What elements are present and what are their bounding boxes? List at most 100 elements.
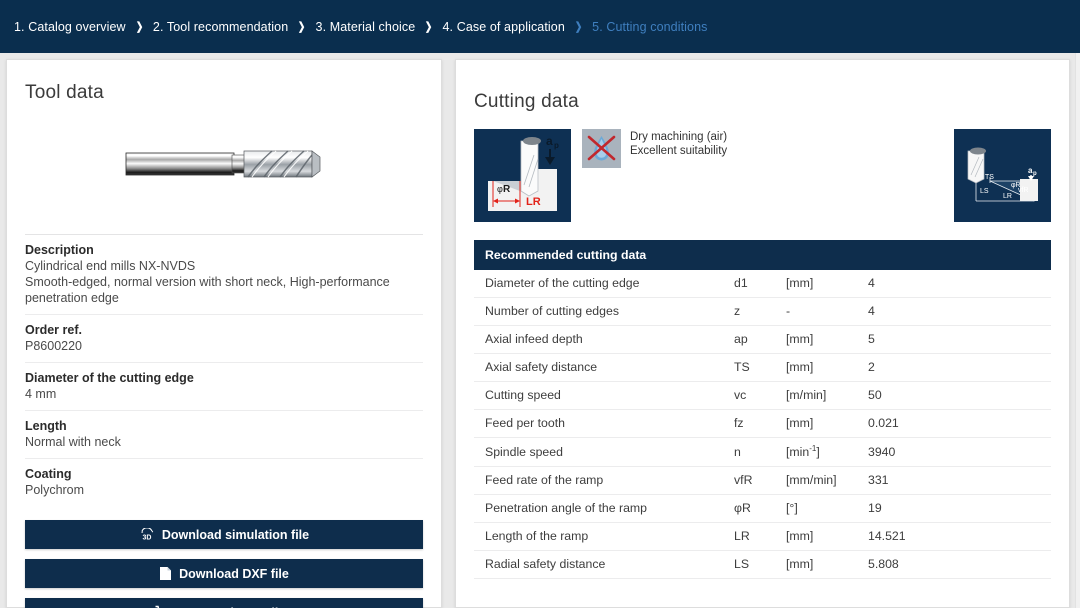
chevron-right-icon: ❯	[135, 21, 143, 33]
cutting-data-table-wrap: Recommended cutting data Diameter of the…	[456, 222, 1069, 580]
cell-unit: [mm]	[786, 325, 868, 354]
cell-symbol: LS	[734, 550, 786, 580]
cell-value: 5.808	[868, 550, 1051, 580]
breadcrumb-item-3[interactable]: 3. Material choice	[316, 20, 416, 34]
table-row: Radial safety distance LS [mm] 5.808	[474, 550, 1051, 580]
cell-value: 0.021	[868, 409, 1051, 438]
svg-text:LR: LR	[1003, 193, 1012, 200]
spec-value: 4 mm	[25, 387, 57, 401]
recommended-cutting-data-table: Recommended cutting data Diameter of the…	[474, 240, 1051, 580]
ramp-length-diagram-icon: TS LS LR φR vfR a p	[954, 129, 1051, 222]
cell-value: 19	[868, 494, 1051, 524]
svg-text:p: p	[554, 141, 559, 150]
buy-product-online-button[interactable]: Buy product online	[25, 598, 423, 608]
tool-spec-list: Description Cylindrical end mills NX-NVD…	[7, 234, 441, 506]
table-row: Cutting speed vc [m/min] 50	[474, 381, 1051, 410]
table-row: Number of cutting edges z - 4	[474, 297, 1051, 326]
cell-value: 50	[868, 381, 1051, 410]
cell-unit: -	[786, 297, 868, 326]
breadcrumb-item-2[interactable]: 2. Tool recommendation	[153, 20, 288, 34]
table-row: Feed rate of the ramp vfR [mm/min] 331	[474, 466, 1051, 496]
cell-name: Feed rate of the ramp	[474, 466, 734, 496]
cell-symbol: n	[734, 437, 786, 468]
cell-unit: [°]	[786, 494, 868, 524]
spec-value: P8600220	[25, 339, 83, 353]
chevron-right-icon: ❯	[425, 21, 433, 33]
breadcrumb: 1. Catalog overview ❯ 2. Tool recommenda…	[0, 0, 1080, 53]
cell-name: Spindle speed	[474, 437, 734, 468]
cutting-icons-row: φ R LR a p Dry machining (air) Excellent…	[456, 113, 1069, 222]
download-dxf-file-button[interactable]: Download DXF file	[25, 559, 423, 588]
cell-unit: [mm]	[786, 409, 868, 438]
cell-symbol: z	[734, 297, 786, 326]
table-row: Axial safety distance TS [mm] 2	[474, 353, 1051, 382]
cell-name: Axial safety distance	[474, 353, 734, 382]
cell-unit: [mm]	[786, 522, 868, 552]
cell-name: Axial infeed depth	[474, 325, 734, 354]
chevron-right-icon: ❯	[298, 21, 306, 33]
table-header-row: Recommended cutting data	[474, 240, 1051, 270]
chevron-right-icon: ❯	[574, 21, 583, 33]
breadcrumb-item-5[interactable]: 5. Cutting conditions	[592, 20, 707, 34]
download-simulation-file-button[interactable]: 3D Download simulation file	[25, 520, 423, 549]
svg-text:R: R	[503, 184, 511, 195]
cell-symbol: φR	[734, 494, 786, 524]
spec-row-diameter: Diameter of the cutting edge 4 mm	[25, 362, 423, 410]
page-body: Tool data Description Cylindrical end mi…	[0, 53, 1080, 608]
svg-text:3D: 3D	[142, 534, 151, 541]
cell-symbol: vc	[734, 381, 786, 410]
svg-text:LR: LR	[526, 196, 541, 208]
spec-row-description: Description Cylindrical end mills NX-NVD…	[25, 234, 423, 314]
table-row: Length of the ramp LR [mm] 14.521	[474, 522, 1051, 552]
table-row: Diameter of the cutting edge d1 [mm] 4	[474, 270, 1051, 298]
spec-label: Coating	[25, 467, 72, 481]
dry-machining-line1: Dry machining (air)	[630, 131, 728, 143]
table-row: Spindle speed n [min-1] 3940	[474, 437, 1051, 468]
svg-text:vfR: vfR	[1018, 187, 1029, 194]
spec-label: Length	[25, 419, 67, 433]
button-label: Download DXF file	[179, 566, 289, 581]
cell-name: Number of cutting edges	[474, 297, 734, 326]
tool-image	[7, 104, 441, 234]
cell-unit: [m/min]	[786, 381, 868, 410]
cell-value: 14.521	[868, 522, 1051, 552]
table-header-label: Recommended cutting data	[474, 240, 1051, 270]
page-title: Tool data	[25, 82, 104, 103]
cell-unit: [mm/min]	[786, 466, 868, 496]
cell-name: Cutting speed	[474, 381, 734, 410]
cell-value: 3940	[868, 437, 1051, 468]
cell-unit: [mm]	[786, 270, 868, 298]
cell-name: Radial safety distance	[474, 550, 734, 580]
spec-row-length: Length Normal with neck	[25, 410, 423, 458]
cell-value: 331	[868, 466, 1051, 496]
cell-name: Feed per tooth	[474, 409, 734, 438]
svg-text:TS: TS	[985, 174, 994, 181]
button-label: Download simulation file	[161, 527, 310, 542]
cell-value: 4	[868, 297, 1051, 326]
cell-name: Length of the ramp	[474, 522, 734, 552]
cell-symbol: d1	[734, 270, 786, 298]
cell-symbol: TS	[734, 353, 786, 382]
cell-symbol: ap	[734, 325, 786, 354]
table-row: Axial infeed depth ap [mm] 5	[474, 325, 1051, 354]
dry-machining-label: Dry machining (air) Excellent suitabilit…	[630, 129, 727, 158]
cell-symbol: fz	[734, 409, 786, 438]
cell-unit: [mm]	[786, 550, 868, 580]
tool-data-panel: Tool data Description Cylindrical end mi…	[6, 59, 442, 608]
table-row: Feed per tooth fz [mm] 0.021	[474, 409, 1051, 438]
cell-value: 5	[868, 325, 1051, 354]
svg-text:a: a	[546, 134, 553, 148]
cell-value: 2	[868, 353, 1051, 382]
spec-label: Diameter of the cutting edge	[25, 371, 194, 385]
vertical-scrollbar[interactable]	[1075, 53, 1080, 608]
tool-action-buttons: 3D Download simulation file Download DXF…	[7, 506, 441, 608]
cell-name: Diameter of the cutting edge	[474, 270, 734, 298]
cell-symbol: LR	[734, 522, 786, 552]
table-row: Penetration angle of the ramp φR [°] 19	[474, 494, 1051, 524]
end-mill-illustration	[125, 150, 321, 178]
table-body: Diameter of the cutting edge d1 [mm] 4 N…	[474, 270, 1051, 580]
cell-name: Penetration angle of the ramp	[474, 494, 734, 524]
breadcrumb-item-4[interactable]: 4. Case of application	[443, 20, 565, 34]
cell-symbol: vfR	[734, 466, 786, 496]
breadcrumb-item-1[interactable]: 1. Catalog overview	[14, 20, 126, 34]
